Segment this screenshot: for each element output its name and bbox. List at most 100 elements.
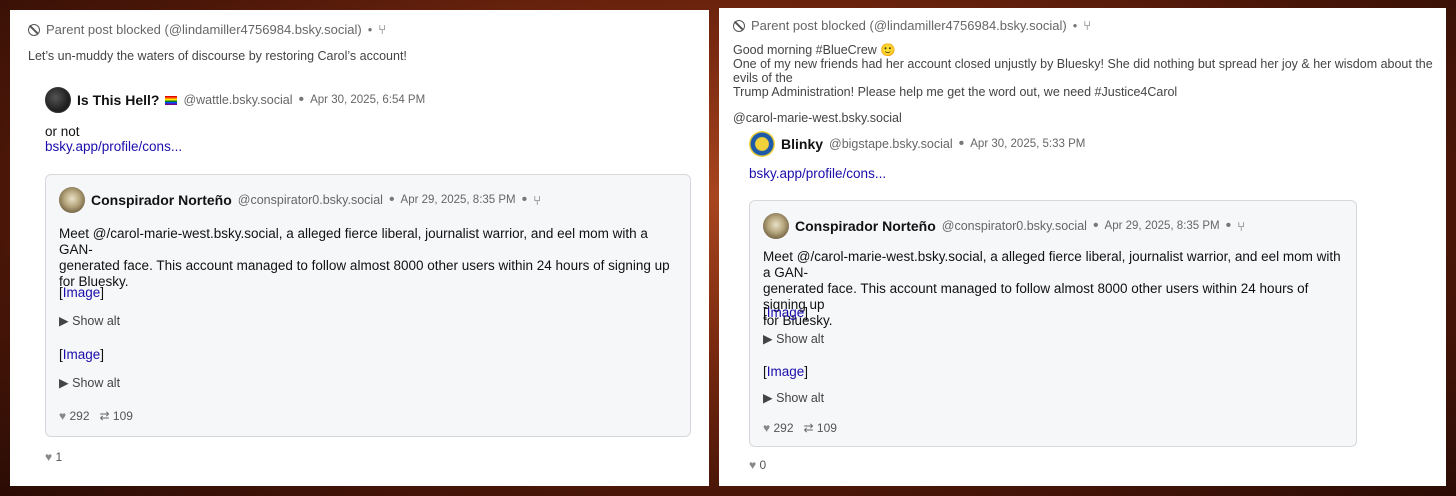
heart-icon: ♥ (59, 409, 67, 423)
image-link: [Image] (763, 364, 809, 379)
separator: • (1072, 18, 1078, 33)
like-count-value: 0 (759, 458, 767, 472)
author-handle[interactable]: @bigstape.bsky.social (829, 137, 953, 151)
image-link: [Image] (59, 285, 105, 300)
post-text: Let’s un-muddy the waters of discourse b… (28, 49, 407, 63)
show-alt-label: Show alt (776, 391, 825, 405)
profile-link[interactable]: bsky.app/profile/cons... (749, 166, 886, 182)
show-alt-label: Show alt (72, 376, 121, 390)
repost-count-value: 109 (816, 421, 837, 435)
repost-icon: ⇄ (803, 421, 814, 435)
text-line: Good morning #BlueCrew 🙂 (733, 43, 896, 57)
separator: • (298, 91, 305, 108)
show-alt-label: Show alt (776, 332, 825, 346)
fork-icon[interactable]: ⑂ (533, 193, 541, 208)
nested-stats: ♥ 292 ⇄ 109 (59, 409, 133, 423)
like-count[interactable]: ♥ 1 (45, 450, 62, 464)
post-date[interactable]: Apr 30, 2025, 6:54 PM (310, 94, 425, 106)
like-count[interactable]: ♥ 292 (59, 409, 90, 423)
show-alt-toggle[interactable]: ▶ Show alt (59, 313, 120, 328)
separator: • (1092, 217, 1099, 234)
quote-text: or not (45, 124, 80, 139)
profile-link[interactable]: bsky.app/profile/cons... (45, 139, 182, 155)
author-name[interactable]: Is This Hell? (77, 92, 159, 108)
separator: • (521, 191, 528, 208)
left-post-panel: Parent post blocked (@lindamiller4756984… (10, 10, 709, 486)
parent-blocked-text[interactable]: Parent post blocked (@lindamiller4756984… (751, 18, 1067, 33)
heart-icon: ♥ (45, 450, 53, 464)
mention-text: @carol-marie-west.bsky.social (733, 111, 902, 125)
nested-author-row: Conspirador Norteño @conspirator0.bsky.s… (763, 213, 1245, 239)
quote-author-row: Blinky @bigstape.bsky.social • Apr 30, 2… (749, 131, 1085, 157)
fork-icon[interactable]: ⑂ (1237, 219, 1245, 234)
nested-post-text: Meet @/carol-marie-west.bsky.social, a a… (59, 226, 679, 290)
avatar[interactable] (45, 87, 71, 113)
text-line: Trump Administration! Please help me get… (733, 85, 1178, 99)
post-date[interactable]: Apr 30, 2025, 5:33 PM (970, 138, 1085, 150)
fork-icon[interactable]: ⑂ (1083, 18, 1091, 33)
image-link: [Image] (763, 305, 809, 320)
rainbow-flag-icon (165, 95, 178, 105)
parent-blocked-row: Parent post blocked (@lindamiller4756984… (733, 18, 1091, 33)
avatar[interactable] (763, 213, 789, 239)
fork-icon[interactable]: ⑂ (378, 22, 386, 37)
disclosure-triangle-icon: ▶ (763, 332, 773, 346)
text-line: generated face. This account managed to … (59, 258, 670, 273)
image-link-text[interactable]: Image (63, 347, 101, 362)
author-name[interactable]: Conspirador Norteño (91, 192, 232, 208)
repost-count[interactable]: ⇄ 109 (100, 409, 133, 423)
right-post-panel: Parent post blocked (@lindamiller4756984… (719, 8, 1446, 486)
show-alt-toggle[interactable]: ▶ Show alt (763, 331, 824, 346)
like-count-value: 292 (773, 421, 794, 435)
separator: • (958, 135, 965, 152)
heart-icon: ♥ (763, 421, 771, 435)
text-line: for Bluesky. (763, 313, 833, 328)
parent-blocked-row: Parent post blocked (@lindamiller4756984… (28, 22, 386, 37)
author-handle[interactable]: @conspirator0.bsky.social (942, 219, 1087, 233)
separator: • (1225, 217, 1232, 234)
image-link-text[interactable]: Image (767, 305, 805, 320)
text-line: for Bluesky. (59, 274, 129, 289)
parent-blocked-text[interactable]: Parent post blocked (@lindamiller4756984… (46, 22, 362, 37)
disclosure-triangle-icon: ▶ (59, 376, 69, 390)
author-handle[interactable]: @conspirator0.bsky.social (238, 193, 383, 207)
author-name[interactable]: Blinky (781, 136, 823, 152)
like-count[interactable]: ♥ 0 (749, 458, 766, 472)
image-link-text[interactable]: Image (63, 285, 101, 300)
repost-count[interactable]: ⇄ 109 (804, 421, 837, 435)
heart-icon: ♥ (749, 458, 757, 472)
nested-quote-card[interactable]: Conspirador Norteño @conspirator0.bsky.s… (45, 174, 691, 437)
disclosure-triangle-icon: ▶ (763, 391, 773, 405)
post-text: Good morning #BlueCrew 🙂 One of my new f… (733, 43, 1438, 125)
disclosure-triangle-icon: ▶ (59, 314, 69, 328)
show-alt-toggle[interactable]: ▶ Show alt (59, 375, 120, 390)
avatar[interactable] (59, 187, 85, 213)
like-count-value: 1 (55, 450, 63, 464)
blocked-icon (28, 23, 40, 36)
post-date[interactable]: Apr 29, 2025, 8:35 PM (1105, 220, 1220, 232)
blocked-icon (733, 19, 745, 32)
quote-author-row: Is This Hell? @wattle.bsky.social • Apr … (45, 87, 425, 113)
text-line: generated face. This account managed to … (763, 281, 1309, 312)
author-handle[interactable]: @wattle.bsky.social (183, 93, 292, 107)
post-date[interactable]: Apr 29, 2025, 8:35 PM (401, 194, 516, 206)
like-count[interactable]: ♥ 292 (763, 421, 794, 435)
show-alt-toggle[interactable]: ▶ Show alt (763, 390, 824, 405)
text-line: One of my new friends had her account cl… (733, 57, 1433, 85)
repost-count-value: 109 (112, 409, 133, 423)
show-alt-label: Show alt (72, 314, 121, 328)
text-line: Meet @/carol-marie-west.bsky.social, a a… (59, 226, 648, 257)
text-line: Meet @/carol-marie-west.bsky.social, a a… (763, 249, 1341, 280)
author-name[interactable]: Conspirador Norteño (795, 218, 936, 234)
image-link: [Image] (59, 347, 105, 362)
like-count-value: 292 (69, 409, 90, 423)
nested-quote-card[interactable]: Conspirador Norteño @conspirator0.bsky.s… (749, 200, 1357, 447)
image-link-text[interactable]: Image (767, 364, 805, 379)
nested-author-row: Conspirador Norteño @conspirator0.bsky.s… (59, 187, 541, 213)
separator: • (388, 191, 395, 208)
separator: • (367, 22, 373, 37)
repost-icon: ⇄ (99, 409, 110, 423)
nested-post-text: Meet @/carol-marie-west.bsky.social, a a… (763, 249, 1348, 329)
avatar[interactable] (749, 131, 775, 157)
post-stats: ♥ 1 (45, 450, 62, 464)
